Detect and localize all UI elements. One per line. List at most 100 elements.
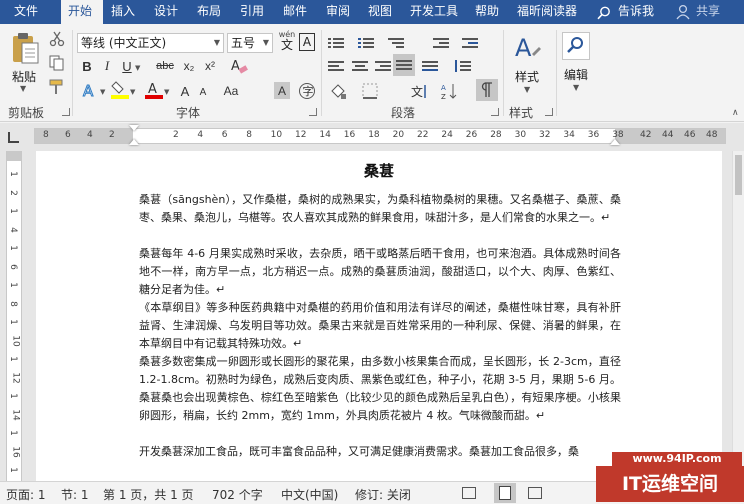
numbering-icon[interactable] <box>358 37 374 49</box>
read-mode-icon[interactable] <box>462 487 476 499</box>
align-right-icon[interactable] <box>375 60 391 72</box>
first-line-indent-marker[interactable] <box>129 125 139 131</box>
font-group-label: 字体 <box>176 106 201 120</box>
tab-mailings[interactable]: 邮件 <box>283 0 307 24</box>
decrease-indent-icon[interactable] <box>433 37 449 49</box>
tab-references[interactable]: 引用 <box>240 0 264 24</box>
collapse-ribbon-icon[interactable]: ∧ <box>732 108 739 118</box>
enclose-characters-icon[interactable]: 字 <box>297 81 317 101</box>
status-language[interactable]: 中文(中国) <box>281 486 338 503</box>
status-section[interactable]: 节: 1 <box>61 486 89 503</box>
tab-foxit[interactable]: 福昕阅读器 <box>517 0 577 24</box>
cut-icon[interactable] <box>48 30 66 48</box>
ruler-number: 46 <box>684 130 696 140</box>
bold-button[interactable]: B <box>79 57 95 75</box>
font-name-select[interactable]: 等线 (中文正文) ▼ <box>77 33 224 53</box>
file-menu[interactable]: 文件 <box>14 0 38 24</box>
phonetic-guide-button[interactable]: wén 文 <box>277 30 297 54</box>
person-icon[interactable] <box>676 4 690 20</box>
search-icon[interactable] <box>597 5 611 20</box>
print-layout-button[interactable] <box>494 483 516 503</box>
tab-view[interactable]: 视图 <box>368 0 392 24</box>
subscript-button[interactable]: x₂ <box>180 57 198 75</box>
superscript-button[interactable]: x² <box>201 57 219 75</box>
copy-icon[interactable] <box>48 54 66 72</box>
tell-me-box[interactable]: 告诉我 <box>618 0 654 24</box>
multilevel-list-icon[interactable] <box>388 37 404 49</box>
status-page[interactable]: 页面: 1 <box>6 486 46 503</box>
ruler-number: 10 <box>10 334 21 347</box>
paste-dropdown-icon[interactable]: ▼ <box>20 84 26 93</box>
text-effects-dropdown-icon[interactable]: ▼ <box>100 88 105 96</box>
web-layout-icon[interactable] <box>528 487 542 499</box>
tab-developer[interactable]: 开发工具 <box>410 0 458 24</box>
vertical-ruler[interactable]: 1 2 1 4 1 6 1 8 1 10 1 12 1 14 1 16 1 <box>0 151 30 481</box>
ruler-number: 6 <box>65 130 71 140</box>
tab-help[interactable]: 帮助 <box>475 0 499 24</box>
align-center-icon[interactable] <box>352 60 368 72</box>
font-grow-button[interactable]: A <box>176 82 194 100</box>
bullets-icon[interactable] <box>328 37 344 49</box>
underline-button[interactable]: U <box>119 57 135 75</box>
document-page[interactable]: 桑葚 桑葚（sāngshèn），又作桑椹，桑树的成熟果实，为桑科植物桑树的果穗。… <box>36 151 722 481</box>
shading-icon[interactable] <box>328 81 348 101</box>
tab-layout[interactable]: 布局 <box>197 0 221 24</box>
chinese-layout-icon[interactable]: 文 <box>410 81 432 101</box>
paste-button[interactable]: 粘贴 <box>12 68 36 85</box>
scrollbar-thumb[interactable] <box>735 155 742 195</box>
strikethrough-button[interactable]: abc <box>153 57 177 75</box>
paragraph-launcher-icon[interactable] <box>491 108 499 116</box>
vertical-scrollbar[interactable] <box>732 151 744 481</box>
hanging-indent-marker[interactable] <box>129 139 139 145</box>
font-launcher-icon[interactable] <box>309 108 317 116</box>
top-margin-shade <box>7 151 21 161</box>
ruler-number: 28 <box>490 130 502 140</box>
styles-launcher-icon[interactable] <box>545 108 553 116</box>
tab-design[interactable]: 设计 <box>154 0 178 24</box>
tab-review[interactable]: 审阅 <box>326 0 350 24</box>
status-track-changes[interactable]: 修订: 关闭 <box>355 486 411 503</box>
tab-home[interactable]: 开始 <box>61 0 103 24</box>
horizontal-ruler[interactable]: 8 6 4 2 2 4 6 8 10 12 14 16 18 20 22 24 26 28 30 32 34 36 38 42… <box>0 123 744 151</box>
increase-indent-icon[interactable] <box>462 37 478 49</box>
find-button[interactable] <box>562 32 590 60</box>
line-spacing-icon[interactable] <box>455 60 471 72</box>
format-painter-icon[interactable] <box>48 78 66 96</box>
status-word-count[interactable]: 702 个字 <box>212 486 263 503</box>
font-size-select[interactable]: 五号 ▼ <box>227 33 273 53</box>
font-color-dropdown-icon[interactable]: ▼ <box>164 88 169 96</box>
highlight-icon[interactable] <box>111 80 129 100</box>
character-border-button[interactable]: A <box>299 33 315 51</box>
ruler-number: 16 <box>343 130 356 140</box>
styles-button[interactable]: 样式 <box>515 68 539 85</box>
svg-text:A: A <box>441 84 446 92</box>
right-indent-marker[interactable] <box>610 139 620 145</box>
clipboard-launcher-icon[interactable] <box>62 108 70 116</box>
justify-button[interactable] <box>393 54 415 76</box>
share-button[interactable]: 共享 <box>696 0 720 24</box>
italic-button[interactable]: I <box>99 57 115 75</box>
styles-dropdown-icon[interactable]: ▼ <box>524 85 530 94</box>
clear-formatting-icon[interactable]: A <box>229 56 249 76</box>
editing-button[interactable]: 编辑 <box>564 66 588 83</box>
editing-dropdown-icon[interactable]: ▼ <box>573 83 579 92</box>
highlight-dropdown-icon[interactable]: ▼ <box>130 88 135 96</box>
borders-icon[interactable] <box>360 81 380 101</box>
tab-stop-selector-icon[interactable] <box>8 132 19 143</box>
font-shrink-button[interactable]: A <box>196 84 210 100</box>
paste-icon[interactable] <box>8 30 42 66</box>
show-marks-button[interactable] <box>476 79 498 101</box>
status-page-of[interactable]: 第 1 页，共 1 页 <box>103 486 194 503</box>
underline-dropdown-icon[interactable]: ▼ <box>135 64 140 72</box>
align-left-icon[interactable] <box>328 60 344 72</box>
styles-icon[interactable]: A <box>512 32 542 64</box>
text-effects-icon[interactable]: A <box>79 80 99 100</box>
divider <box>556 30 557 116</box>
sort-icon[interactable]: AZ <box>440 81 460 101</box>
change-case-button[interactable]: Aa <box>219 82 243 100</box>
distributed-icon[interactable] <box>422 60 438 72</box>
font-name-value: 等线 (中文正文) <box>81 36 167 50</box>
character-shading-button[interactable]: A <box>274 82 290 99</box>
font-color-icon[interactable]: A <box>145 80 163 100</box>
tab-insert[interactable]: 插入 <box>111 0 135 24</box>
